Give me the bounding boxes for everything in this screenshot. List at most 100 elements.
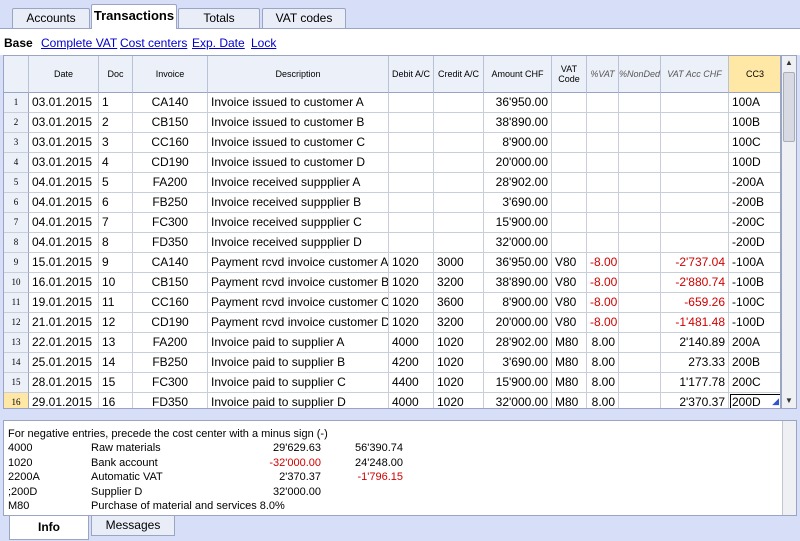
cell-amount[interactable]: 15'900.00 [484,373,552,393]
cell-doc[interactable]: 13 [99,333,133,353]
cell-pvat[interactable]: -8.00 [587,313,619,333]
cell-nonded[interactable] [619,233,661,253]
cell-pvat[interactable] [587,133,619,153]
table-row[interactable]: 5 04.01.2015 5 FA200 Invoice received supppl… [4,173,780,193]
cell-debit[interactable] [389,93,434,113]
cell-doc[interactable]: 3 [99,133,133,153]
cell-credit[interactable] [434,233,484,253]
cell-amount[interactable]: 20'000.00 [484,153,552,173]
table-row[interactable]: 2 03.01.2015 2 CB150 Invoice issued to custo… [4,113,780,133]
row-number[interactable]: 14 [4,353,29,373]
cell-vatcode[interactable] [552,233,587,253]
column-header-doc[interactable]: Doc [99,56,133,93]
cell-date[interactable]: 16.01.2015 [29,273,99,293]
cell-desc[interactable]: Invoice received suppplier C [208,213,389,233]
cell-pvat[interactable]: 8.00 [587,333,619,353]
table-row[interactable]: 10 16.01.2015 10 CB150 Payment rcvd invoice … [4,273,780,293]
tab-transactions[interactable]: Transactions [91,4,177,29]
row-number[interactable]: 6 [4,193,29,213]
column-header-vat-acc[interactable]: VAT Acc CHF [661,56,729,93]
cell-debit[interactable] [389,193,434,213]
cell-credit[interactable] [434,193,484,213]
cell-inv[interactable]: CA140 [133,253,208,273]
tab-accounts[interactable]: Accounts [12,8,90,28]
cell-nonded[interactable] [619,213,661,233]
tab-info[interactable]: Info [9,516,89,540]
cell-desc[interactable]: Invoice received suppplier A [208,173,389,193]
cell-vatcode[interactable]: V80 [552,293,587,313]
cell-doc[interactable]: 12 [99,313,133,333]
table-row[interactable]: 16 29.01.2015 16 FD350 Invoice paid to suppl… [4,393,780,408]
cell-vatacc[interactable] [661,193,729,213]
cell-cc3[interactable]: -100A [729,253,780,273]
cell-inv[interactable]: FD350 [133,233,208,253]
cell-vatacc[interactable] [661,93,729,113]
cell-credit[interactable]: 1020 [434,333,484,353]
cell-desc[interactable]: Invoice received suppplier D [208,233,389,253]
cell-doc[interactable]: 2 [99,113,133,133]
cell-date[interactable]: 21.01.2015 [29,313,99,333]
cell-inv[interactable]: FB250 [133,193,208,213]
table-vertical-scrollbar[interactable]: ▲ ▼ [781,55,797,409]
cell-nonded[interactable] [619,373,661,393]
cell-desc[interactable]: Invoice issued to customer B [208,113,389,133]
cell-debit[interactable]: 1020 [389,273,434,293]
cell-cc3[interactable]: 200D ◢ [729,393,780,408]
row-number[interactable]: 9 [4,253,29,273]
cell-date[interactable]: 29.01.2015 [29,393,99,408]
cell-vatcode[interactable] [552,93,587,113]
cell-cc3[interactable]: 200B [729,353,780,373]
view-cost-centers[interactable]: Cost centers [120,36,187,50]
row-number[interactable]: 2 [4,113,29,133]
cell-desc[interactable]: Payment rcvd invoice customer D [208,313,389,333]
cell-date[interactable]: 04.01.2015 [29,233,99,253]
table-row[interactable]: 1 03.01.2015 1 CA140 Invoice issued to custo… [4,93,780,113]
column-header-cc3[interactable]: CC3 [729,56,780,93]
cell-amount[interactable]: 3'690.00 [484,193,552,213]
cell-nonded[interactable] [619,273,661,293]
cell-vatcode[interactable]: M80 [552,353,587,373]
cell-desc[interactable]: Invoice paid to supplier D [208,393,389,408]
cell-doc[interactable]: 15 [99,373,133,393]
tab-vat-codes[interactable]: VAT codes [262,8,346,28]
cell-cc3[interactable]: -100D [729,313,780,333]
cell-date[interactable]: 19.01.2015 [29,293,99,313]
cell-pvat[interactable] [587,213,619,233]
cell-credit[interactable] [434,213,484,233]
info-scrollbar[interactable] [782,421,796,515]
cell-vatcode[interactable] [552,213,587,233]
cell-cc3[interactable]: 200A [729,333,780,353]
cell-cc3[interactable]: -200B [729,193,780,213]
cell-date[interactable]: 04.01.2015 [29,173,99,193]
cell-inv[interactable]: FB250 [133,353,208,373]
cell-nonded[interactable] [619,173,661,193]
cell-cc3[interactable]: 100B [729,113,780,133]
cell-date[interactable]: 03.01.2015 [29,133,99,153]
view-lock[interactable]: Lock [251,36,276,50]
cell-vatcode[interactable] [552,173,587,193]
cell-vatcode[interactable]: M80 [552,393,587,408]
row-number[interactable]: 5 [4,173,29,193]
cell-date[interactable]: 03.01.2015 [29,113,99,133]
cell-doc[interactable]: 16 [99,393,133,408]
cell-credit[interactable]: 3200 [434,313,484,333]
cell-cc3[interactable]: 100A [729,93,780,113]
cell-vatacc[interactable] [661,133,729,153]
cell-nonded[interactable] [619,253,661,273]
cell-debit[interactable]: 4000 [389,333,434,353]
cell-doc[interactable]: 5 [99,173,133,193]
cell-amount[interactable]: 32'000.00 [484,393,552,408]
row-number[interactable]: 11 [4,293,29,313]
cell-pvat[interactable] [587,93,619,113]
cell-desc[interactable]: Invoice issued to customer D [208,153,389,173]
column-header-description[interactable]: Description [208,56,389,93]
cell-vatacc[interactable]: -659.26 [661,293,729,313]
cell-doc[interactable]: 9 [99,253,133,273]
cell-credit[interactable] [434,133,484,153]
cell-amount[interactable]: 28'902.00 [484,173,552,193]
cell-credit[interactable]: 3000 [434,253,484,273]
row-number[interactable]: 7 [4,213,29,233]
cell-vatacc[interactable] [661,213,729,233]
cell-debit[interactable] [389,153,434,173]
column-header-date[interactable]: Date [29,56,99,93]
